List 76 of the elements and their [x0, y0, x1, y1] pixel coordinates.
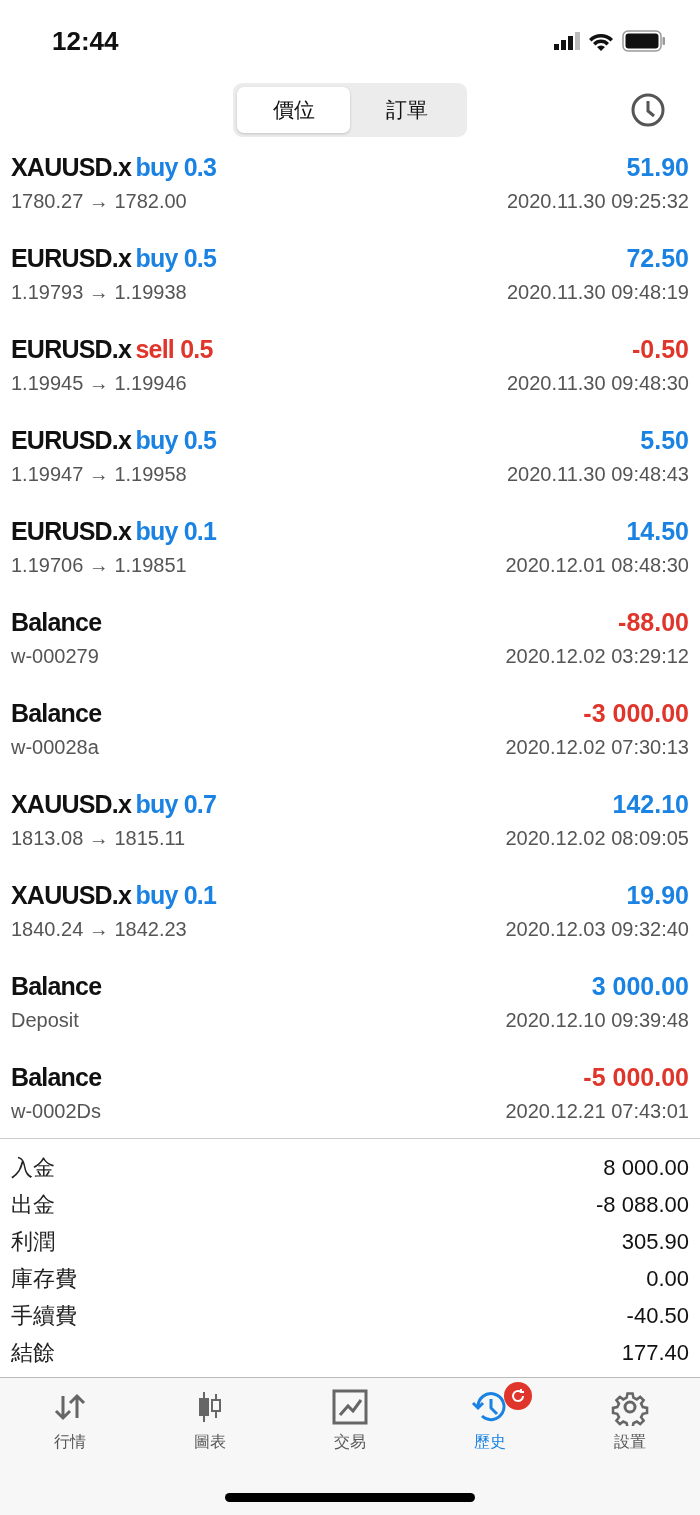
summary-label: 利潤: [11, 1227, 55, 1256]
deal-detail: Deposit: [11, 1008, 79, 1032]
deal-profit: -88.00: [618, 607, 689, 637]
deal-time: 2020.12.02 03:29:12: [505, 644, 689, 668]
deal-detail: 1.19947 → 1.19958: [11, 462, 187, 486]
status-time: 12:44: [52, 25, 119, 57]
deal-profit: -3 000.00: [583, 698, 689, 728]
deal-time: 2020.12.03 09:32:40: [505, 917, 689, 941]
summary-value: 8 000.00: [603, 1154, 689, 1181]
tab-bar-item[interactable]: 歷史: [465, 1388, 515, 1453]
summary-label: 手續費: [11, 1301, 77, 1330]
deal-profit: 5.50: [640, 425, 689, 455]
tab-bar-item[interactable]: 交易: [325, 1388, 375, 1453]
deal-volume: buy 0.1: [135, 516, 217, 545]
summary-label: 入金: [11, 1153, 55, 1182]
deal-time: 2020.12.02 08:09:05: [505, 826, 689, 850]
battery-icon: [622, 30, 666, 53]
deal-symbol: Balance: [11, 971, 102, 1000]
deal-volume: buy 0.1: [135, 880, 217, 909]
deal-detail: 1.19945 → 1.19946: [11, 371, 187, 395]
summary-label: 庫存費: [11, 1264, 77, 1293]
signal-icon: [554, 32, 580, 51]
deal-profit: 51.90: [626, 152, 689, 182]
summary-value: 177.40: [621, 1339, 689, 1366]
deal-detail: 1.19793 → 1.19938: [11, 280, 187, 304]
summary-label: 結餘: [11, 1338, 55, 1367]
deal-profit: 72.50: [626, 243, 689, 273]
deal-profit: 14.50: [626, 516, 689, 546]
deal-symbol: XAUUSD.x: [11, 880, 132, 909]
deal-symbol: EURUSD.x: [11, 334, 132, 363]
summary-value: 305.90: [621, 1228, 689, 1255]
deal-detail: 1780.27 → 1782.00: [11, 189, 187, 213]
deal-symbol: EURUSD.x: [11, 243, 132, 272]
deal-symbol: Balance: [11, 607, 102, 636]
deal-detail: 1813.08 → 1815.11: [11, 826, 186, 850]
deal-profit: -0.50: [632, 334, 689, 364]
deal-volume: buy 0.5: [135, 243, 217, 272]
deal-symbol: Balance: [11, 1062, 102, 1091]
deal-time: 2020.11.30 09:25:32: [506, 189, 689, 213]
deal-time: 2020.12.10 09:39:48: [505, 1008, 689, 1032]
deal-profit: 19.90: [626, 880, 689, 910]
deal-symbol: Balance: [11, 698, 102, 727]
deal-volume: sell 0.5: [135, 334, 213, 363]
deal-detail: w-00028a: [11, 735, 99, 759]
summary-value: -8 088.00: [596, 1191, 689, 1218]
summary-value: -40.50: [626, 1302, 689, 1329]
segment-tab[interactable]: 訂單: [350, 86, 463, 133]
deal-symbol: XAUUSD.x: [11, 789, 132, 818]
tab-bar-item[interactable]: 圖表: [185, 1388, 235, 1453]
deal-profit: -5 000.00: [583, 1062, 689, 1092]
deal-volume: buy 0.7: [135, 789, 217, 818]
deal-time: 2020.12.01 08:48:30: [505, 553, 689, 577]
deal-volume: buy 0.3: [135, 152, 217, 181]
summary-value: 0.00: [646, 1265, 689, 1292]
deal-time: 2020.12.21 07:43:01: [505, 1099, 689, 1123]
deal-symbol: XAUUSD.x: [11, 152, 132, 181]
wifi-icon: [588, 31, 614, 52]
deal-time: 2020.11.30 09:48:30: [506, 371, 689, 395]
deal-time: 2020.11.30 09:48:43: [506, 462, 689, 486]
deal-time: 2020.12.02 07:30:13: [505, 735, 689, 759]
deal-symbol: EURUSD.x: [11, 425, 132, 454]
deal-detail: w-000279: [11, 644, 99, 668]
deal-detail: 1840.24 → 1842.23: [11, 917, 187, 941]
deal-detail: 1.19706 → 1.19851: [11, 553, 187, 577]
deal-profit: 3 000.00: [591, 971, 689, 1001]
segment-tab[interactable]: 價位: [237, 86, 350, 133]
line-chart-icon: [331, 1388, 369, 1426]
deal-symbol: EURUSD.x: [11, 516, 132, 545]
deal-volume: buy 0.5: [135, 425, 217, 454]
deal-profit: 142.10: [612, 789, 689, 819]
deal-detail: w-0002Ds: [11, 1099, 102, 1123]
tab-bar-item[interactable]: 行情: [45, 1388, 95, 1453]
tab-bar-item[interactable]: 設置: [605, 1388, 655, 1453]
summary-label: 出金: [11, 1190, 55, 1219]
deal-time: 2020.11.30 09:48:19: [506, 280, 689, 304]
clock-icon[interactable]: [630, 92, 666, 129]
